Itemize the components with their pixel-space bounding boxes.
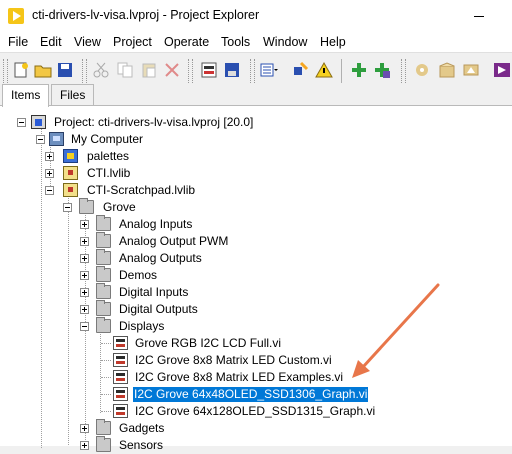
tab-items[interactable]: Items [2,84,50,107]
annotation-arrow-icon [352,283,440,378]
